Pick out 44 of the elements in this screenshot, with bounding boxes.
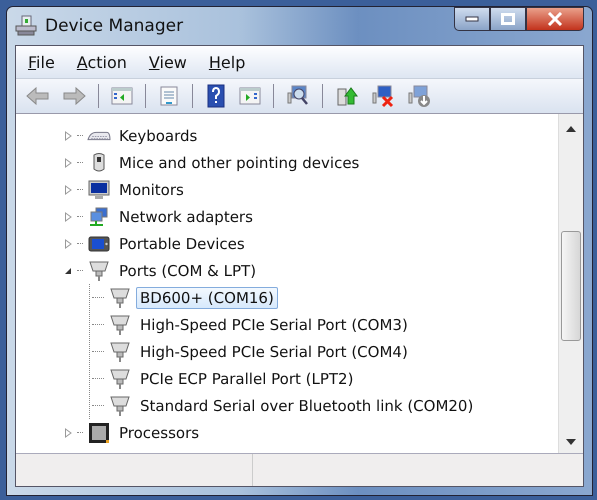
collapsed-arrow-icon[interactable] [64, 158, 73, 168]
port-icon [108, 394, 132, 416]
collapsed-arrow-icon[interactable] [64, 130, 73, 140]
port-icon [108, 340, 132, 362]
monitor-icon [87, 178, 111, 200]
expanded-arrow-icon[interactable] [64, 266, 73, 276]
maximize-icon [501, 13, 515, 25]
collapsed-arrow-icon[interactable] [64, 428, 73, 438]
close-button[interactable] [526, 7, 584, 31]
tree-item[interactable]: High-Speed PCIe Serial Port (COM4) [136, 340, 412, 362]
port-icon [108, 368, 132, 390]
close-icon [547, 12, 563, 26]
tree-item[interactable]: Network adapters [115, 206, 257, 228]
keyboard-icon [87, 130, 111, 140]
menu-item[interactable]: Help [202, 50, 252, 74]
minimize-button[interactable] [454, 7, 490, 31]
tree-item[interactable]: PCIe ECP Parallel Port (LPT2) [136, 368, 358, 390]
port-icon [87, 260, 111, 282]
processor-icon [87, 422, 111, 444]
tree-item[interactable]: BD600+ (COM16) [136, 286, 278, 308]
menu-item[interactable]: Action [70, 50, 133, 74]
collapsed-arrow-icon[interactable] [64, 238, 73, 248]
tree-item[interactable]: High-Speed PCIe Serial Port (COM3) [136, 314, 412, 336]
scroll-down-icon[interactable] [566, 439, 576, 445]
computer-icon [15, 15, 37, 37]
maximize-button[interactable] [490, 7, 526, 31]
scroll-thumb[interactable] [561, 230, 581, 340]
tree-item[interactable]: Portable Devices [115, 232, 249, 254]
window-title: Device Manager [45, 16, 184, 36]
collapsed-arrow-icon[interactable] [64, 212, 73, 222]
tree-item[interactable]: Standard Serial over Bluetooth link (COM20) [136, 394, 478, 416]
minimize-icon [465, 16, 479, 22]
tree-item[interactable]: Keyboards [115, 124, 202, 146]
tree-item[interactable]: Ports (COM & LPT) [115, 260, 260, 282]
tree-item[interactable]: Processors [115, 422, 204, 444]
scrollbar[interactable] [558, 114, 583, 453]
scroll-up-icon[interactable] [566, 126, 576, 132]
port-icon [108, 286, 132, 308]
menu-item[interactable]: View [142, 50, 193, 74]
menu-item[interactable]: File [22, 50, 61, 74]
tree-item[interactable]: Mice and other pointing devices [115, 152, 364, 174]
tree-item[interactable]: Monitors [115, 178, 188, 200]
collapsed-arrow-icon[interactable] [64, 184, 73, 194]
port-icon [108, 314, 132, 336]
